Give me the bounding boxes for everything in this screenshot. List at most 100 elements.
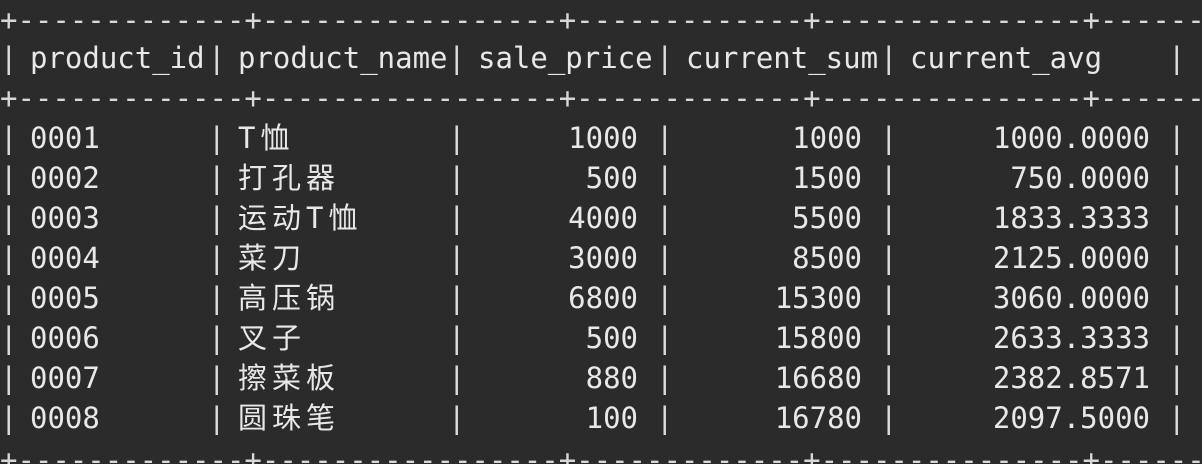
column-separator: | bbox=[0, 401, 18, 435]
cell-product-id: 0004 bbox=[30, 241, 100, 275]
column-separator: | bbox=[656, 321, 674, 355]
table-row: | 0002 | 打孔器 | 500 | 1500 | 750.0000 | bbox=[0, 158, 1202, 198]
cell-sale-price: 100 bbox=[585, 401, 638, 435]
header-product-id: product_id bbox=[30, 41, 205, 75]
cell-sale-price: 6800 bbox=[568, 281, 638, 315]
cell-current-sum: 8500 bbox=[792, 241, 862, 275]
cell-product-id: 0007 bbox=[30, 361, 100, 395]
column-separator: | bbox=[448, 401, 466, 435]
cell-product-id: 0005 bbox=[30, 281, 100, 315]
column-separator: | bbox=[448, 241, 466, 275]
cell-current-avg: 1000.0000 bbox=[992, 121, 1150, 155]
cell-current-sum: 1000 bbox=[792, 121, 862, 155]
column-separator: | bbox=[0, 321, 18, 355]
cell-product-name: 叉子 bbox=[238, 321, 307, 355]
column-separator: | bbox=[1168, 241, 1186, 275]
table-border-top: +-------------+-----------------+-------… bbox=[0, 3, 1202, 37]
cell-current-sum: 16680 bbox=[774, 361, 862, 395]
table-border-bottom: +-------------+-----------------+-------… bbox=[0, 443, 1202, 464]
cell-current-avg: 750.0000 bbox=[1010, 161, 1150, 195]
table-row: | 0008 | 圆珠笔 | 100 | 16780 | 2097.5000 | bbox=[0, 398, 1202, 438]
column-separator: | bbox=[208, 401, 226, 435]
column-separator: | bbox=[656, 121, 674, 155]
column-separator: | bbox=[880, 121, 898, 155]
column-separator: | bbox=[1168, 41, 1186, 75]
column-separator: | bbox=[880, 321, 898, 355]
cell-sale-price: 880 bbox=[585, 361, 638, 395]
column-separator: | bbox=[656, 281, 674, 315]
column-separator: | bbox=[656, 41, 674, 75]
cell-sale-price: 500 bbox=[585, 161, 638, 195]
cell-current-sum: 15800 bbox=[774, 321, 862, 355]
cell-current-sum: 15300 bbox=[774, 281, 862, 315]
table-row: | 0003 | 运动T恤 | 4000 | 5500 | 1833.3333 | bbox=[0, 198, 1202, 238]
column-separator: | bbox=[208, 281, 226, 315]
cell-product-name: 菜刀 bbox=[238, 241, 307, 275]
cell-current-avg: 2633.3333 bbox=[992, 321, 1150, 355]
column-separator: | bbox=[656, 201, 674, 235]
cell-current-sum: 1500 bbox=[792, 161, 862, 195]
column-separator: | bbox=[208, 41, 226, 75]
column-separator: | bbox=[880, 281, 898, 315]
column-separator: | bbox=[880, 241, 898, 275]
column-separator: | bbox=[0, 161, 18, 195]
column-separator: | bbox=[880, 41, 898, 75]
cell-product-id: 0001 bbox=[30, 121, 100, 155]
column-separator: | bbox=[208, 201, 226, 235]
cell-sale-price: 500 bbox=[585, 321, 638, 355]
cell-current-avg: 3060.0000 bbox=[992, 281, 1150, 315]
cell-product-id: 0003 bbox=[30, 201, 100, 235]
column-separator: | bbox=[1168, 321, 1186, 355]
column-separator: | bbox=[448, 121, 466, 155]
column-separator: | bbox=[0, 241, 18, 275]
column-separator: | bbox=[208, 361, 226, 395]
column-separator: | bbox=[1168, 361, 1186, 395]
column-separator: | bbox=[1168, 401, 1186, 435]
cell-current-avg: 2125.0000 bbox=[992, 241, 1150, 275]
column-separator: | bbox=[656, 401, 674, 435]
column-separator: | bbox=[1168, 121, 1186, 155]
column-separator: | bbox=[208, 321, 226, 355]
table-header-row: | product_id | product_name | sale_price… bbox=[0, 38, 1202, 78]
header-sale-price: sale_price bbox=[478, 41, 653, 75]
table-row: | 0004 | 菜刀 | 3000 | 8500 | 2125.0000 | bbox=[0, 238, 1202, 278]
header-current-sum: current_sum bbox=[686, 41, 879, 75]
cell-product-name: 擦菜板 bbox=[238, 361, 341, 395]
column-separator: | bbox=[1168, 161, 1186, 195]
cell-current-avg: 2382.8571 bbox=[992, 361, 1150, 395]
column-separator: | bbox=[880, 361, 898, 395]
cell-product-id: 0006 bbox=[30, 321, 100, 355]
column-separator: | bbox=[208, 241, 226, 275]
cell-product-id: 0008 bbox=[30, 401, 100, 435]
column-separator: | bbox=[0, 281, 18, 315]
cell-product-name: 圆珠笔 bbox=[238, 401, 341, 435]
column-separator: | bbox=[1168, 281, 1186, 315]
column-separator: | bbox=[880, 401, 898, 435]
cell-current-avg: 2097.5000 bbox=[992, 401, 1150, 435]
table-row: | 0006 | 叉子 | 500 | 15800 | 2633.3333 | bbox=[0, 318, 1202, 358]
cell-product-name: 运动T恤 bbox=[238, 201, 363, 235]
column-separator: | bbox=[208, 121, 226, 155]
column-separator: | bbox=[656, 161, 674, 195]
cell-product-name: 打孔器 bbox=[238, 161, 341, 195]
cell-product-name: T恤 bbox=[238, 121, 295, 155]
column-separator: | bbox=[656, 241, 674, 275]
terminal-output: +-------------+-----------------+-------… bbox=[0, 0, 1202, 464]
column-separator: | bbox=[0, 201, 18, 235]
table-row: | 0001 | T恤 | 1000 | 1000 | 1000.0000 | bbox=[0, 118, 1202, 158]
column-separator: | bbox=[0, 121, 18, 155]
header-product-name: product_name bbox=[238, 41, 448, 75]
column-separator: | bbox=[448, 321, 466, 355]
column-separator: | bbox=[448, 41, 466, 75]
cell-current-sum: 5500 bbox=[792, 201, 862, 235]
table-row: | 0005 | 高压锅 | 6800 | 15300 | 3060.0000 | bbox=[0, 278, 1202, 318]
cell-current-avg: 1833.3333 bbox=[992, 201, 1150, 235]
cell-current-sum: 16780 bbox=[774, 401, 862, 435]
column-separator: | bbox=[448, 281, 466, 315]
cell-sale-price: 1000 bbox=[568, 121, 638, 155]
column-separator: | bbox=[656, 361, 674, 395]
column-separator: | bbox=[448, 361, 466, 395]
column-separator: | bbox=[1168, 201, 1186, 235]
cell-sale-price: 3000 bbox=[568, 241, 638, 275]
header-current-avg: current_avg bbox=[910, 41, 1103, 75]
